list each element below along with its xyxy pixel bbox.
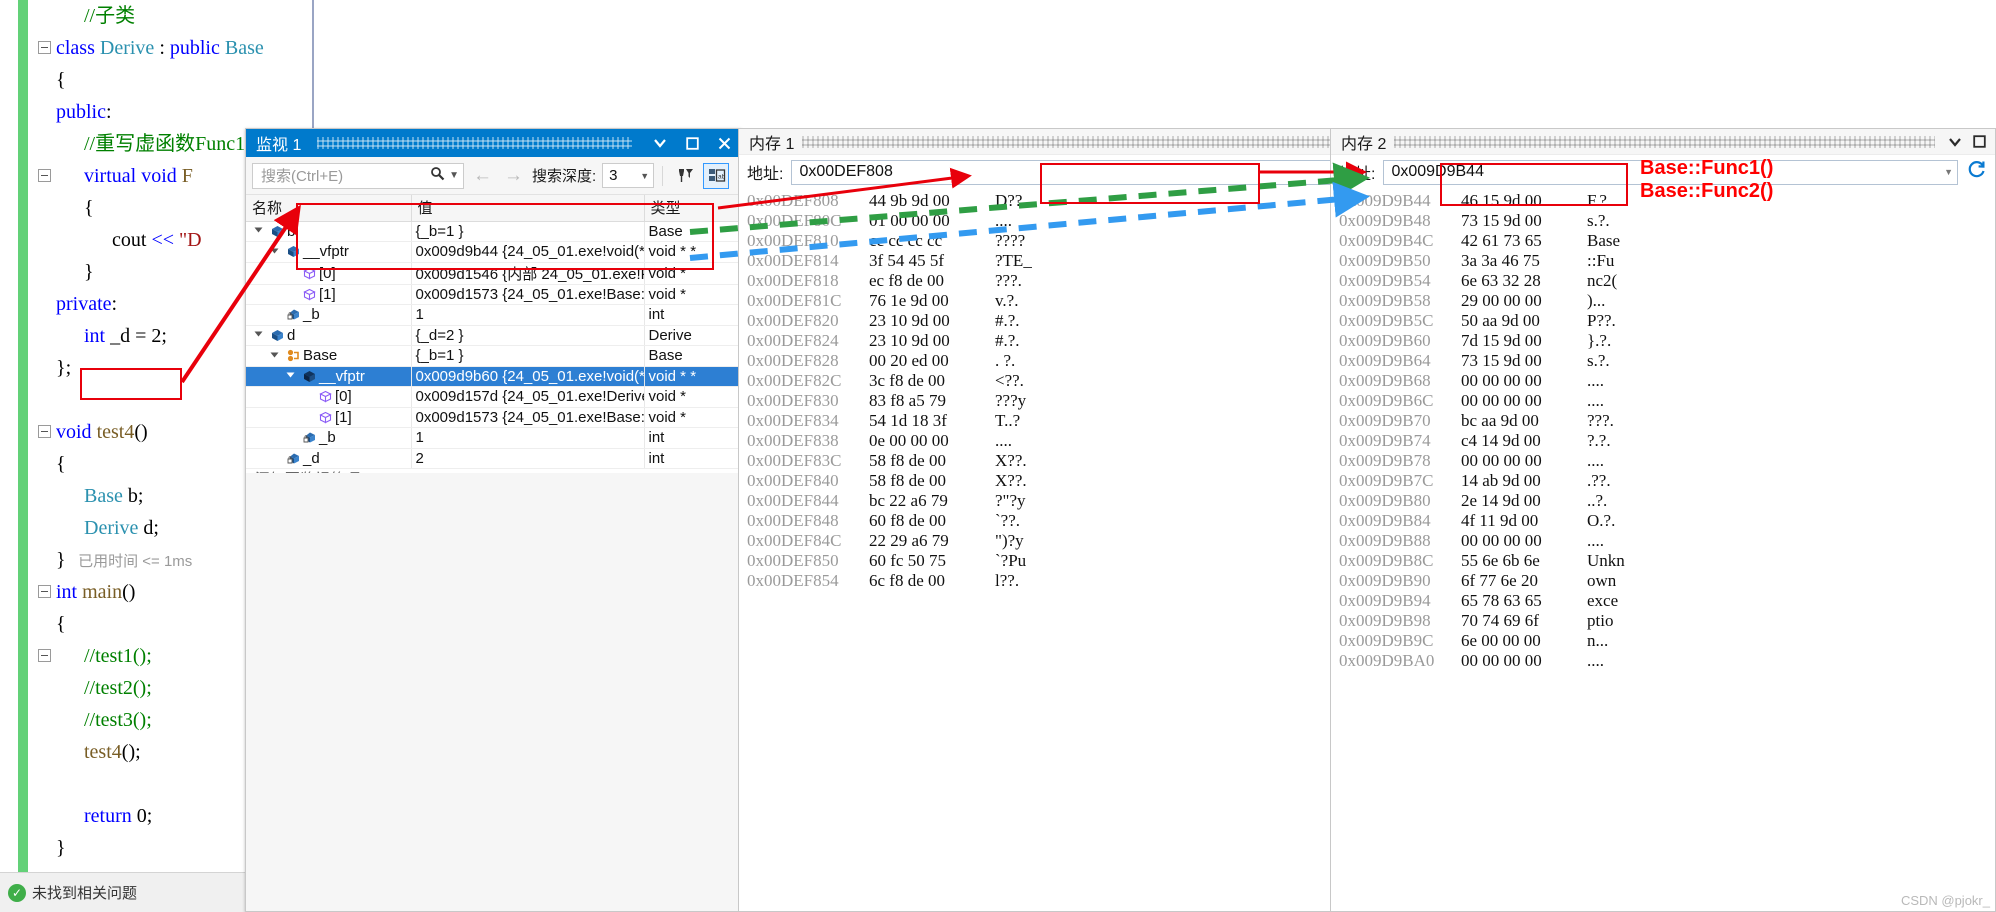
highlight-box-base-b [80, 368, 182, 400]
annotation-overlay [180, 161, 1370, 384]
watermark: CSDN @pjokr_ [1900, 893, 1990, 908]
highlight-box-memory2-rows [1440, 163, 1628, 206]
highlight-box-watch-vfptr [296, 203, 714, 270]
screenshot-root: //子类 class Derive : public Base{public://… [0, 0, 1996, 912]
annotation-func1: Base::Func1() [1640, 157, 1774, 179]
annotation-func2: Base::Func2() [1640, 180, 1774, 202]
highlight-box-memory1-rows [1040, 163, 1260, 204]
